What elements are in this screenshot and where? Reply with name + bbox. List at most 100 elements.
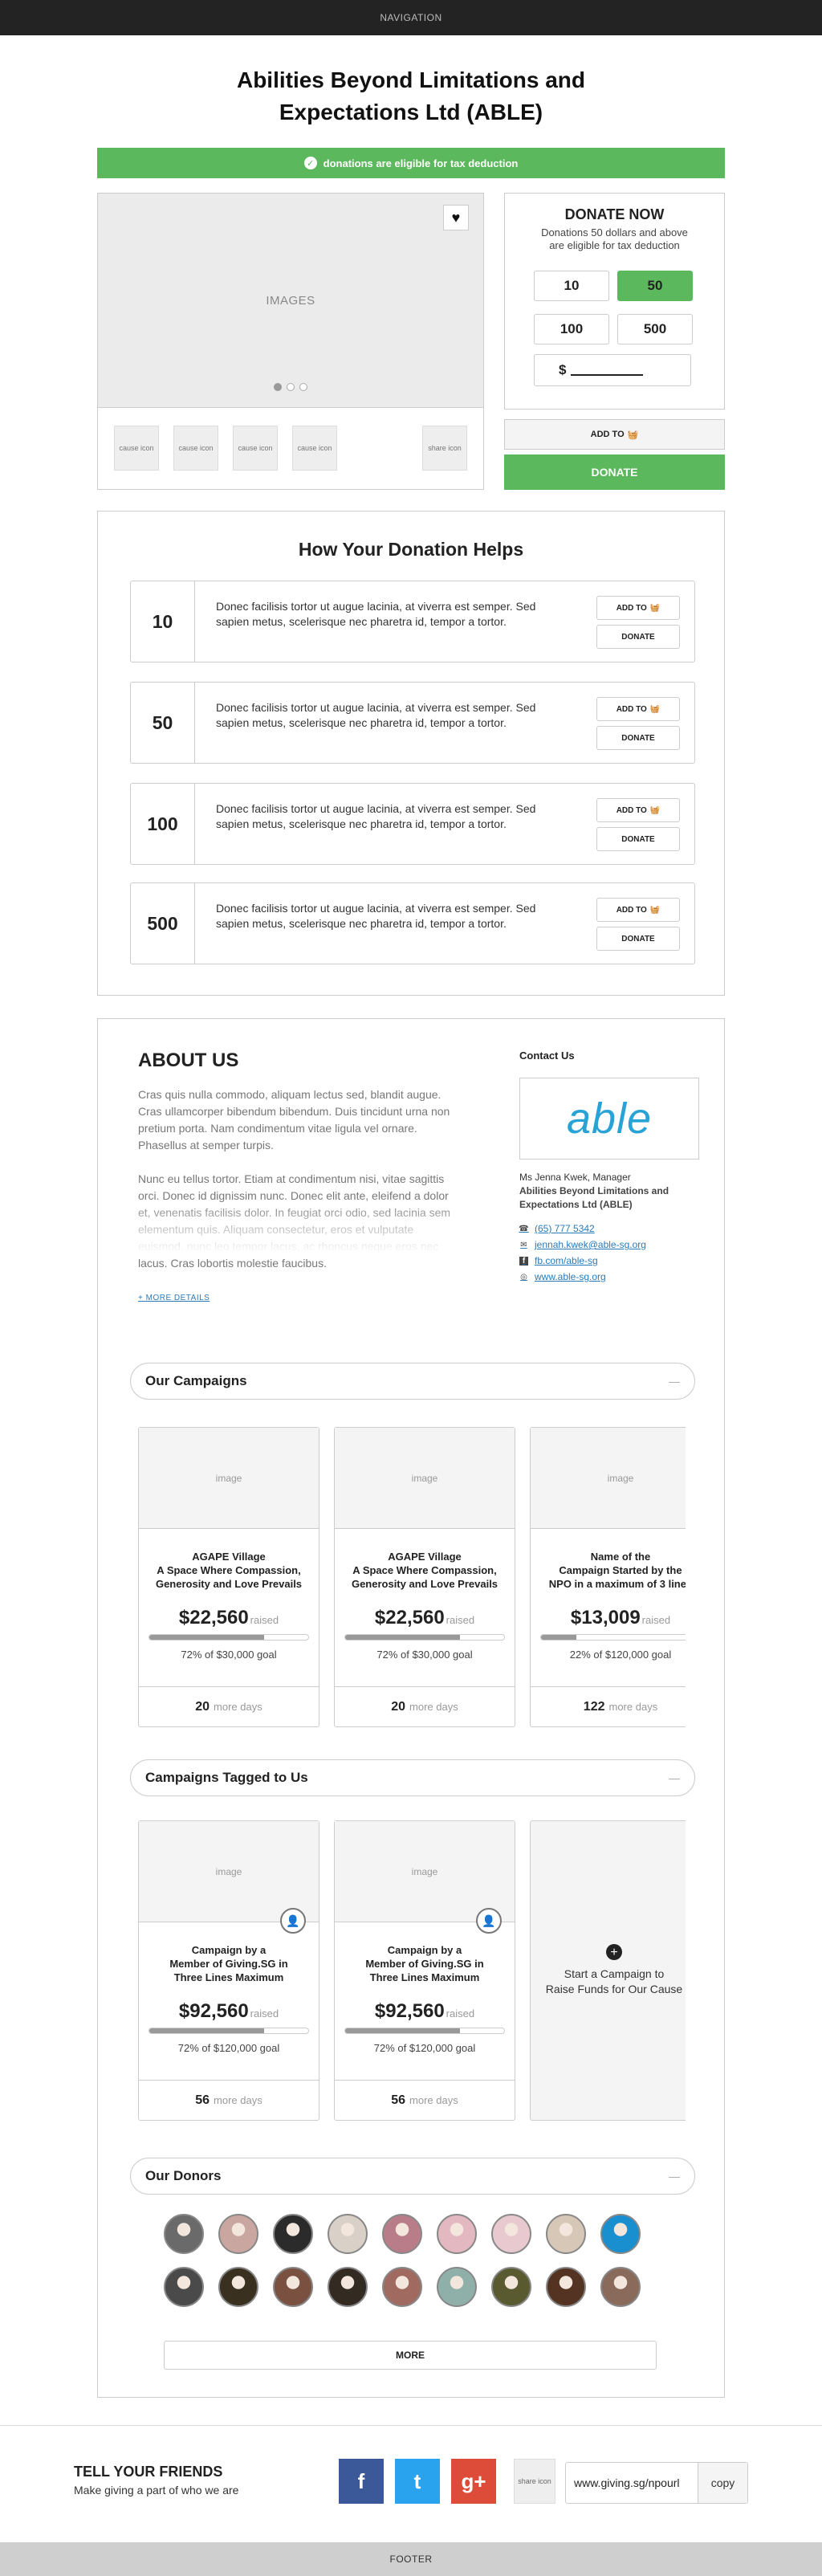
more-label: MORE: [396, 2350, 425, 2361]
navigation-bar[interactable]: NAVIGATION: [0, 0, 822, 35]
more-details-link[interactable]: + MORE DETAILS: [138, 1294, 210, 1302]
donate-button[interactable]: DONATE: [596, 726, 680, 750]
logo-text: able: [566, 1094, 653, 1143]
days-left: 56 more days: [139, 2080, 319, 2120]
share-icon[interactable]: share icon: [514, 2459, 555, 2504]
email-link[interactable]: jennah.kwek@able-sg.org: [535, 1239, 646, 1250]
progress-fill: [345, 1635, 460, 1640]
our-donors-header[interactable]: Our Donors —: [130, 2158, 695, 2195]
donate-button[interactable]: DONATE: [596, 927, 680, 951]
contact-panel: Contact Us able Ms Jenna Kwek, Manager Ab…: [519, 1050, 699, 1282]
donor-avatar[interactable]: [600, 2267, 641, 2307]
carousel-dot[interactable]: [299, 383, 307, 391]
start-campaign-text: Raise Funds for Our Cause: [545, 1983, 683, 1995]
google-plus-share-icon[interactable]: g+: [451, 2459, 496, 2504]
cause-icon[interactable]: cause icon: [233, 426, 278, 471]
donor-avatar[interactable]: [491, 2267, 531, 2307]
campaign-card[interactable]: image 👤 Campaign by a Member of Giving.SG…: [138, 1820, 319, 2121]
donate-label: DONATE: [621, 934, 655, 944]
helps-row: 50 Donec facilisis tortor ut augue lacin…: [130, 682, 695, 764]
campaign-title: AGAPE Village A Space Where Compassion, Ge…: [335, 1550, 515, 1591]
cause-icon[interactable]: cause icon: [292, 426, 337, 471]
amount-option-50[interactable]: 50: [617, 271, 693, 301]
campaigns-tagged-header[interactable]: Campaigns Tagged to Us —: [130, 1759, 695, 1796]
custom-amount-input[interactable]: $: [534, 354, 691, 386]
twitter-share-icon[interactable]: t: [395, 2459, 440, 2504]
campaign-card[interactable]: image AGAPE Village A Space Where Compass…: [334, 1427, 515, 1727]
favorite-heart-icon[interactable]: ♥: [443, 205, 469, 230]
gallery-main-image[interactable]: IMAGES: [98, 194, 483, 407]
raised-value: $22,560: [178, 1607, 249, 1628]
collapse-icon[interactable]: —: [669, 2170, 680, 2183]
share-icon[interactable]: share icon: [422, 426, 467, 471]
donor-avatar[interactable]: [273, 2214, 313, 2254]
cause-icon[interactable]: cause icon: [173, 426, 218, 471]
campaign-card[interactable]: image Name of the Campaign Started by the…: [530, 1427, 686, 1727]
start-campaign-card[interactable]: + Start a Campaign to Raise Funds for Ou…: [530, 1820, 686, 2121]
donor-avatar[interactable]: [328, 2214, 368, 2254]
amount-option-10[interactable]: 10: [534, 271, 609, 301]
contact-email[interactable]: ✉ jennah.kwek@able-sg.org: [519, 1239, 696, 1250]
amount-option-500[interactable]: 500: [617, 314, 693, 344]
donor-avatar[interactable]: [328, 2267, 368, 2307]
website-link[interactable]: www.able-sg.org: [535, 1271, 606, 1282]
campaign-title-line: Campaign by a: [387, 1944, 462, 1956]
basket-icon: 🧺: [627, 430, 639, 440]
donor-avatar[interactable]: [273, 2267, 313, 2307]
contact-facebook[interactable]: f fb.com/able-sg: [519, 1255, 696, 1266]
contact-website[interactable]: ◎ www.able-sg.org: [519, 1271, 696, 1282]
contact-phone[interactable]: ☎ (65) 777 5342: [519, 1223, 696, 1234]
organization-logo: able: [519, 1078, 699, 1160]
share-url-field[interactable]: www.giving.sg/npourl copy: [565, 2462, 748, 2504]
contact-title: Contact Us: [519, 1050, 575, 1062]
donor-avatar[interactable]: [382, 2214, 422, 2254]
donor-avatar[interactable]: [218, 2267, 258, 2307]
donor-avatar[interactable]: [491, 2214, 531, 2254]
donor-avatar[interactable]: [437, 2214, 477, 2254]
cause-icon[interactable]: cause icon: [114, 426, 159, 471]
raised-label: raised: [250, 1614, 279, 1626]
add-to-basket-button[interactable]: ADD TO 🧺: [596, 697, 680, 721]
our-campaigns-header[interactable]: Our Campaigns —: [130, 1363, 695, 1400]
donor-avatar[interactable]: [382, 2267, 422, 2307]
collapse-icon[interactable]: —: [669, 1771, 680, 1784]
donate-button[interactable]: DONATE: [596, 625, 680, 649]
donate-button[interactable]: DONATE: [504, 454, 725, 490]
helps-amount: 50: [131, 683, 195, 763]
campaign-title-line: Campaign by a: [191, 1944, 267, 1956]
donor-avatar[interactable]: [600, 2214, 641, 2254]
donor-avatar[interactable]: [164, 2214, 204, 2254]
collapse-icon[interactable]: —: [669, 1375, 680, 1388]
donor-avatar[interactable]: [437, 2267, 477, 2307]
footer: FOOTER: [0, 2542, 822, 2576]
phone-link[interactable]: (65) 777 5342: [535, 1223, 595, 1234]
donor-avatar[interactable]: [164, 2267, 204, 2307]
amount-option-100[interactable]: 100: [534, 314, 609, 344]
progress-bar: [540, 1634, 686, 1641]
google-plus-glyph: g+: [461, 2468, 486, 2493]
cause-icon-label: cause icon: [119, 443, 154, 452]
add-to-basket-button[interactable]: ADD TO 🧺: [596, 798, 680, 822]
add-to-basket-button[interactable]: ADD TO 🧺: [596, 898, 680, 922]
basket-icon: 🧺: [649, 805, 661, 815]
share-icon-label: share icon: [518, 2476, 551, 2485]
goal-text: 22% of $120,000 goal: [569, 1649, 672, 1661]
campaign-card[interactable]: image 👤 Campaign by a Member of Giving.SG…: [334, 1820, 515, 2121]
donate-button[interactable]: DONATE: [596, 827, 680, 851]
share-url-text[interactable]: www.giving.sg/npourl: [566, 2476, 698, 2489]
add-to-label: ADD TO: [616, 603, 647, 613]
facebook-link[interactable]: fb.com/able-sg: [535, 1255, 598, 1266]
add-to-basket-button[interactable]: ADD TO 🧺: [504, 419, 725, 450]
more-donors-button[interactable]: MORE: [164, 2341, 657, 2370]
copy-url-button[interactable]: copy: [698, 2463, 747, 2503]
carousel-dot[interactable]: [287, 383, 295, 391]
campaign-card[interactable]: image AGAPE Village A Space Where Compass…: [138, 1427, 319, 1727]
campaign-title: Name of the Campaign Started by the NPO in…: [531, 1550, 686, 1591]
add-to-basket-button[interactable]: ADD TO 🧺: [596, 596, 680, 620]
donor-avatar[interactable]: [546, 2214, 586, 2254]
donor-avatar[interactable]: [218, 2214, 258, 2254]
thumbnail-row: cause icon cause icon cause icon cause i…: [98, 407, 483, 489]
facebook-share-icon[interactable]: f: [339, 2459, 384, 2504]
donor-avatar[interactable]: [546, 2267, 586, 2307]
carousel-dot[interactable]: [274, 383, 282, 391]
